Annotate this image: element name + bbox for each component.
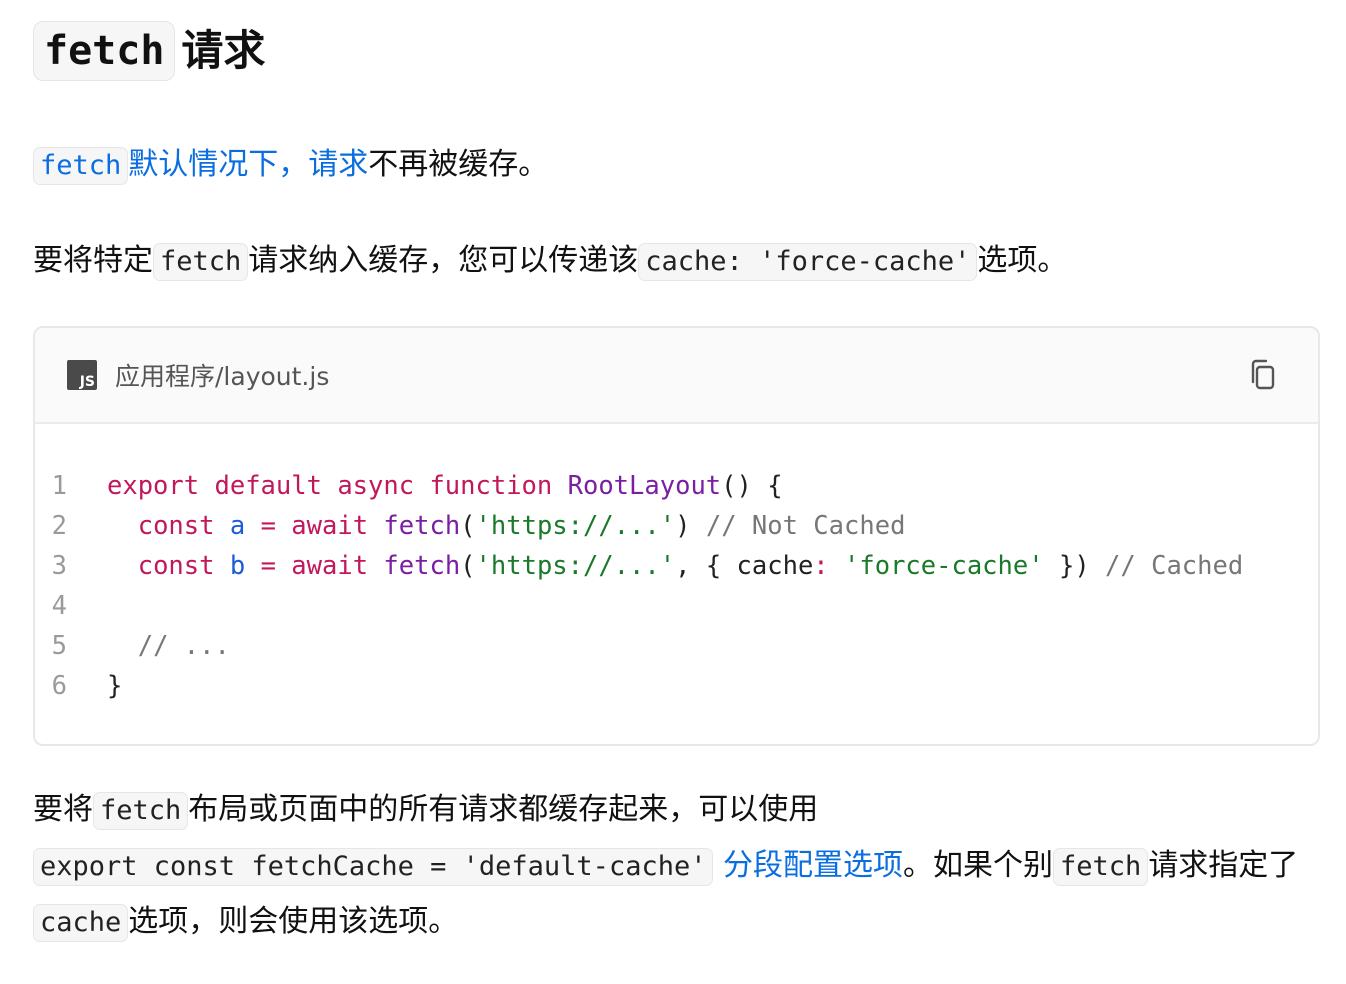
section-heading: fetch 请求 [33,18,1320,84]
text-segment: 选项。 [977,243,1068,278]
code-token: ) [675,511,706,541]
code-token: // Not Cached [705,511,906,541]
js-badge-label: JS [79,374,95,390]
code-token: a [229,511,246,541]
segment-config-link[interactable]: 分段配置选项 [723,848,903,883]
code-token: // Cached [1105,551,1244,581]
code-token: 'force-cache' [844,551,1044,581]
code-line: 1 export default async function RootLayou… [35,466,1318,506]
code-token: // ... [137,631,230,661]
heading-text: 请求 [181,26,266,75]
code-text: const b = await fetch('https://...', { c… [107,546,1243,586]
code-token: = [260,511,276,541]
code-body: 1 export default async function RootLayou… [35,424,1318,744]
code-token: default [214,471,322,501]
code-token: }) [1043,551,1106,581]
text-segment: 选项，则会使用该选项。 [128,904,459,939]
inline-code: fetch [93,792,189,831]
paragraph-fetch-cache: 要将 fetch 布局或页面中的所有请求都缓存起来，可以使用 export const… [33,782,1320,950]
code-token: RootLayout [567,471,722,501]
text-segment: 请求指定了 [1148,848,1299,883]
copy-button[interactable] [1246,358,1280,392]
link-text: 默认情况下，请求 [128,147,369,182]
code-line: 3 const b = await fetch('https://...', {… [35,546,1318,586]
code-token: () { [721,471,783,501]
code-token: , { cache [675,551,814,581]
code-token: await [291,551,369,581]
paragraph-force-cache: 要将特定 fetch 请求纳入缓存，您可以传递该 cache: 'force-cach… [33,233,1320,289]
inline-code: cache: 'force-cache' [638,243,978,282]
default-uncached-link[interactable]: fetch 默认情况下，请求 [33,147,369,186]
page: fetch 请求 fetch 默认情况下，请求不再被缓存。 要将特定 fetch 请求纳… [0,18,1346,950]
code-token: 'https://...' [475,511,676,541]
line-number: 1 [51,471,67,501]
inline-code: export const fetchCache = 'default-cache… [33,848,714,887]
code-block: JS 应用程序/layout.js 1 export default async … [33,326,1320,746]
code-text: export default async function RootLayout… [107,466,783,506]
inline-code: cache [33,904,129,943]
line-number: 5 [51,631,67,661]
code-token: async [337,471,415,501]
copy-icon [1251,359,1275,390]
code-line: 6} [35,666,1318,706]
code-token: 'https://...' [475,551,676,581]
code-token: export [107,471,200,501]
code-text: } [107,666,122,706]
text-segment: 。如果个别 [903,848,1054,883]
code-token: ( [460,551,476,581]
inline-code: fetch [153,243,249,282]
code-line: 2 const a = await fetch('https://...') /… [35,506,1318,546]
code-text: const a = await fetch('https://...') // … [107,506,906,546]
code-text [107,586,122,626]
code-token: function [429,471,553,501]
line-number: 3 [51,551,67,581]
code-token: ( [460,511,476,541]
text-segment: 要将特定 [33,243,153,278]
text-segment: 请求纳入缓存，您可以传递该 [248,243,639,278]
code-token: b [229,551,246,581]
code-token: fetch [383,511,461,541]
text-segment: 要将 [33,792,93,827]
heading-code: fetch [33,21,176,81]
paragraph-tail: 不再被缓存。 [368,147,549,182]
code-text: // ... [107,626,230,666]
code-token: await [291,511,369,541]
code-header: JS 应用程序/layout.js [35,328,1318,424]
line-number: 4 [51,591,67,621]
text-segment: 布局或页面中的所有请求都缓存起来，可以使用 [188,792,819,827]
js-file-icon: JS [67,360,97,390]
code-token: const [137,551,215,581]
code-line: 5 // ... [35,626,1318,666]
code-token: fetch [383,551,461,581]
code-filename: 应用程序/layout.js [115,362,330,391]
code-token: = [260,551,276,581]
code-token: : [813,551,829,581]
code-token: const [137,511,215,541]
line-number: 6 [51,671,67,701]
link-code: fetch [33,147,129,186]
code-token: } [107,671,123,701]
line-number: 2 [51,511,67,541]
paragraph-default-uncached: fetch 默认情况下，请求不再被缓存。 [33,137,1320,193]
code-line: 4 [35,586,1318,626]
inline-code: fetch [1053,848,1149,887]
